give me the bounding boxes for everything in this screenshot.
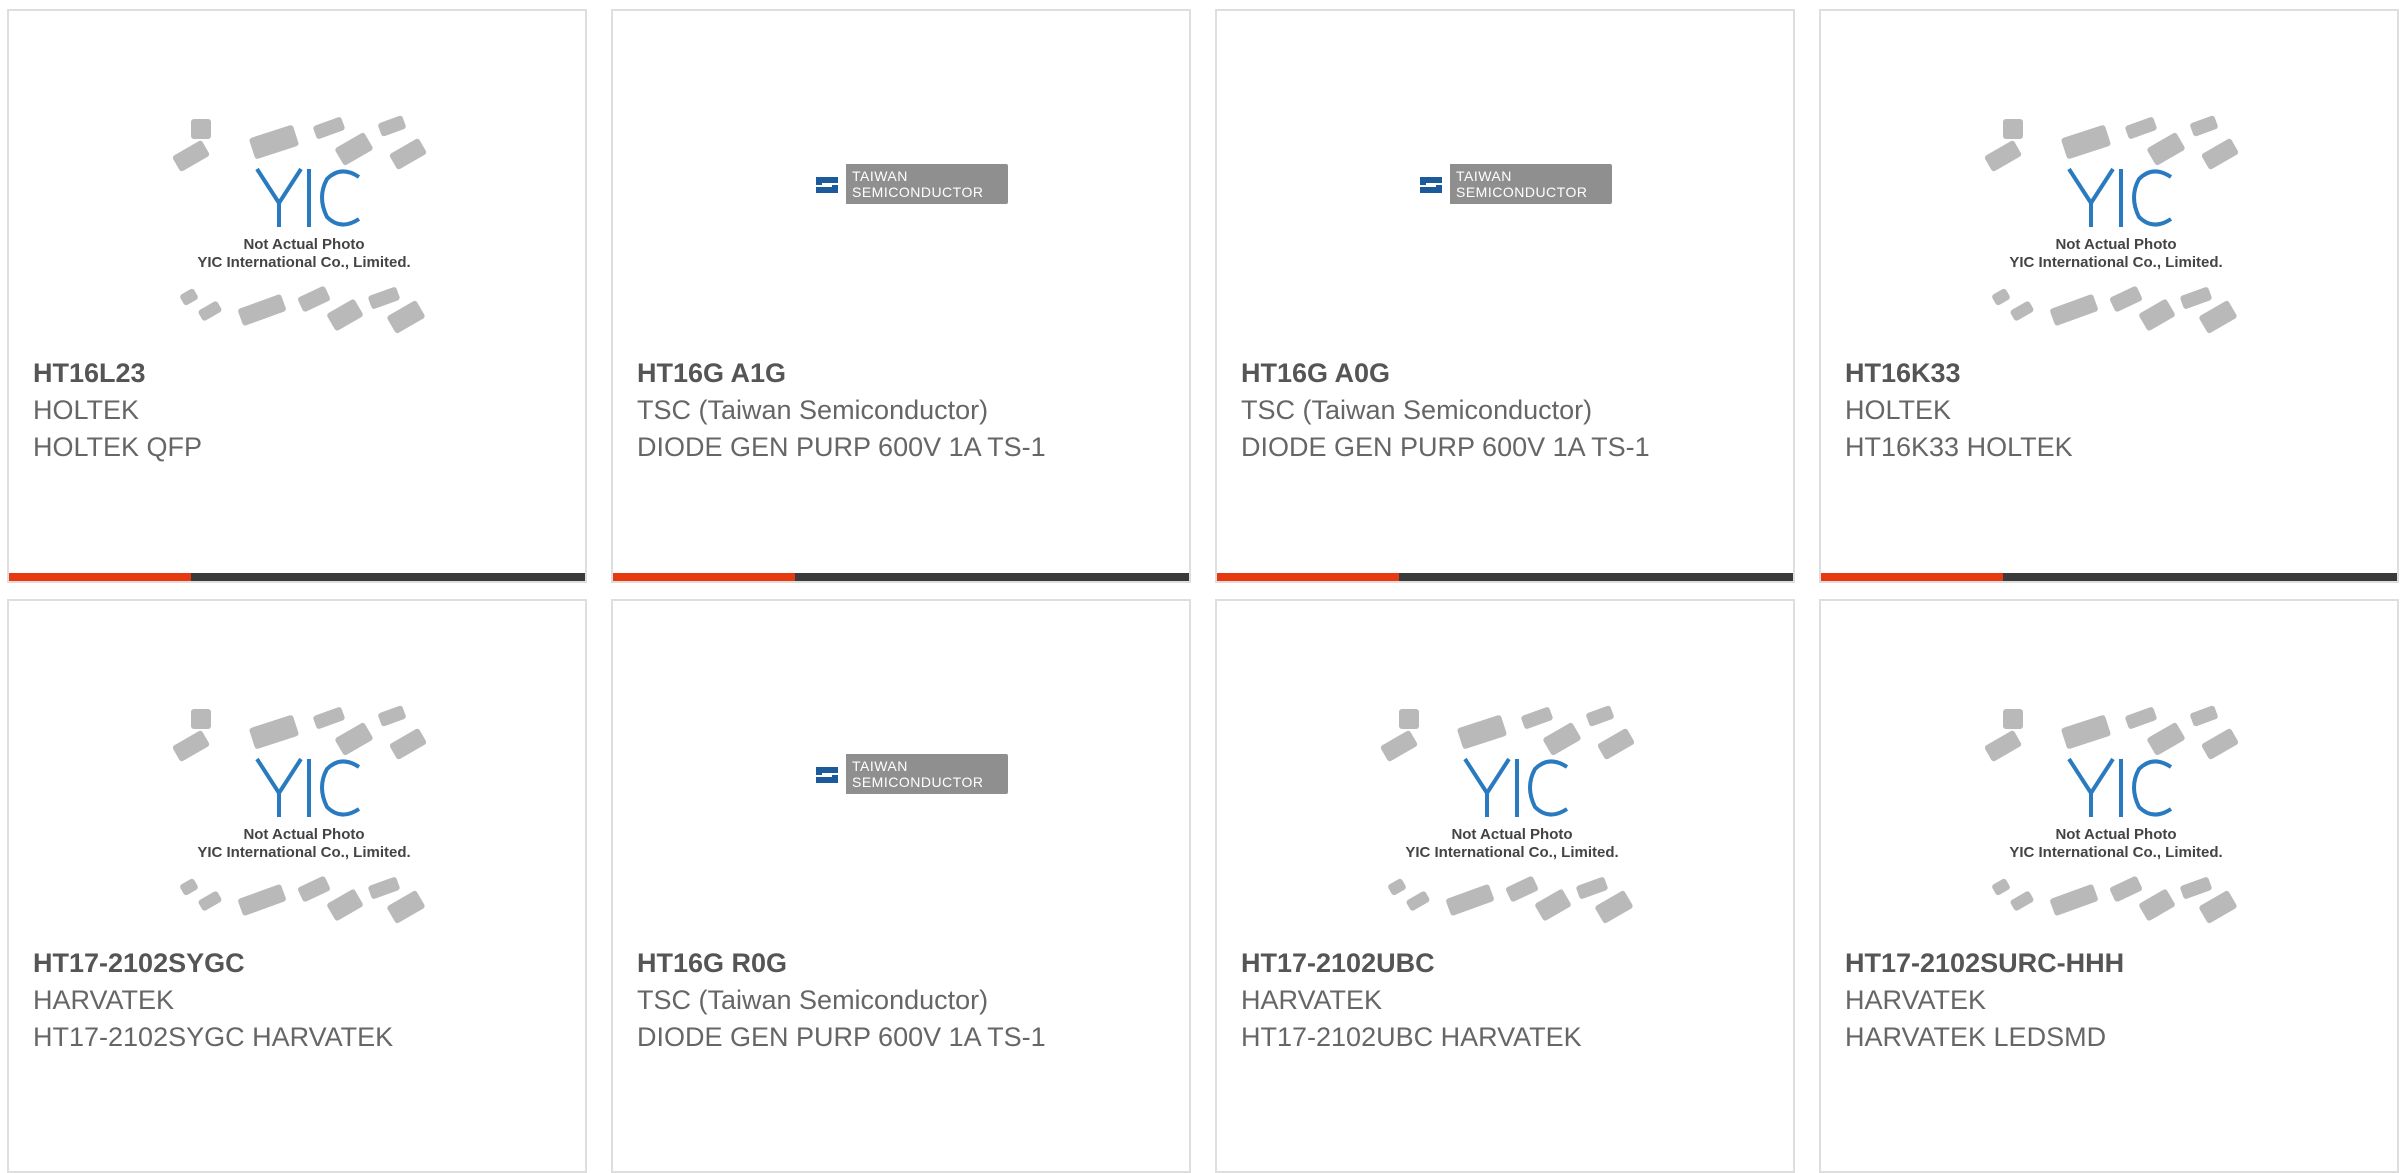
product-card[interactable]: Not Actual Photo YIC International Co., … <box>1819 599 2399 1173</box>
yic-placeholder-icon: Not Actual Photo YIC International Co., … <box>1981 689 2251 939</box>
product-image[interactable]: TAIWAN SEMICONDUCTOR <box>773 99 1043 349</box>
product-card[interactable]: Not Actual Photo YIC International Co., … <box>1819 9 2399 583</box>
product-card[interactable]: Not Actual Photo YIC International Co., … <box>7 599 587 1173</box>
manufacturer: TSC (Taiwan Semiconductor) <box>637 985 989 1015</box>
yic-placeholder-icon: Not Actual Photo YIC International Co., … <box>169 99 439 349</box>
part-number[interactable]: HT16G A0G <box>1241 355 1681 392</box>
part-number[interactable]: HT16K33 <box>1845 355 2285 392</box>
manufacturer: HOLTEK <box>33 395 140 425</box>
part-number[interactable]: HT17-2102SYGC <box>33 945 473 982</box>
svg-text:Not Actual Photo: Not Actual Photo <box>2055 236 2176 253</box>
product-image[interactable]: TAIWAN SEMICONDUCTOR <box>773 689 1043 939</box>
description: DIODE GEN PURP 600V 1A TS-1 <box>1241 432 1650 462</box>
description: DIODE GEN PURP 600V 1A TS-1 <box>637 1022 1046 1052</box>
svg-text:Not Actual Photo: Not Actual Photo <box>243 236 364 253</box>
yic-placeholder-icon: Not Actual Photo YIC International Co., … <box>1377 689 1647 939</box>
product-image[interactable]: Not Actual Photo YIC International Co., … <box>1377 689 1647 939</box>
card-bottom-bar <box>1821 573 2397 581</box>
product-card[interactable]: TAIWAN SEMICONDUCTOR HT16G A1G TSC (Taiwa… <box>611 9 1191 583</box>
description: HARVATEK LEDSMD <box>1845 1022 2107 1052</box>
manufacturer: TSC (Taiwan Semiconductor) <box>637 395 989 425</box>
product-card[interactable]: TAIWAN SEMICONDUCTOR HT16G A0G TSC (Taiwa… <box>1215 9 1795 583</box>
description: HT17-2102SYGC HARVATEK <box>33 1022 394 1052</box>
part-number[interactable]: HT17-2102SURC-HHH <box>1845 945 2285 982</box>
manufacturer: TSC (Taiwan Semiconductor) <box>1241 395 1593 425</box>
svg-text:YIC International Co., Limited: YIC International Co., Limited. <box>197 254 410 271</box>
manufacturer: HARVATEK <box>1845 985 1987 1015</box>
svg-text:YIC International Co., Limited: YIC International Co., Limited. <box>197 844 410 861</box>
description: HT17-2102UBC HARVATEK <box>1241 1022 1582 1052</box>
part-number[interactable]: HT16G A1G <box>637 355 1077 392</box>
yic-placeholder-icon: Not Actual Photo YIC International Co., … <box>1981 99 2251 349</box>
product-image[interactable]: Not Actual Photo YIC International Co., … <box>169 99 439 349</box>
product-card[interactable]: Not Actual Photo YIC International Co., … <box>7 9 587 583</box>
description: HT16K33 HOLTEK <box>1845 432 2073 462</box>
svg-text:YIC International Co., Limited: YIC International Co., Limited. <box>1405 844 1618 861</box>
product-card[interactable]: TAIWAN SEMICONDUCTOR HT16G R0G TSC (Taiwa… <box>611 599 1191 1173</box>
description: DIODE GEN PURP 600V 1A TS-1 <box>637 432 1046 462</box>
part-number[interactable]: HT16L23 <box>33 355 473 392</box>
manufacturer: HARVATEK <box>1241 985 1383 1015</box>
card-bottom-bar <box>613 573 1189 581</box>
svg-text:YIC International Co., Limited: YIC International Co., Limited. <box>2009 254 2222 271</box>
product-image[interactable]: TAIWAN SEMICONDUCTOR <box>1377 99 1647 349</box>
card-bottom-bar <box>1217 573 1793 581</box>
svg-text:Not Actual Photo: Not Actual Photo <box>243 826 364 843</box>
yic-placeholder-icon: Not Actual Photo YIC International Co., … <box>169 689 439 939</box>
svg-text:YIC International Co., Limited: YIC International Co., Limited. <box>2009 844 2222 861</box>
part-number[interactable]: HT17-2102UBC <box>1241 945 1681 982</box>
product-image[interactable]: Not Actual Photo YIC International Co., … <box>1981 689 2251 939</box>
svg-text:Not Actual Photo: Not Actual Photo <box>1451 826 1572 843</box>
card-bottom-bar <box>9 573 585 581</box>
svg-text:Not Actual Photo: Not Actual Photo <box>2055 826 2176 843</box>
product-image[interactable]: Not Actual Photo YIC International Co., … <box>1981 99 2251 349</box>
manufacturer: HOLTEK <box>1845 395 1952 425</box>
product-image[interactable]: Not Actual Photo YIC International Co., … <box>169 689 439 939</box>
manufacturer: HARVATEK <box>33 985 175 1015</box>
description: HOLTEK QFP <box>33 432 203 462</box>
product-grid: Not Actual Photo YIC International Co., … <box>0 0 2400 1173</box>
part-number[interactable]: HT16G R0G <box>637 945 1077 982</box>
product-card[interactable]: Not Actual Photo YIC International Co., … <box>1215 599 1795 1173</box>
